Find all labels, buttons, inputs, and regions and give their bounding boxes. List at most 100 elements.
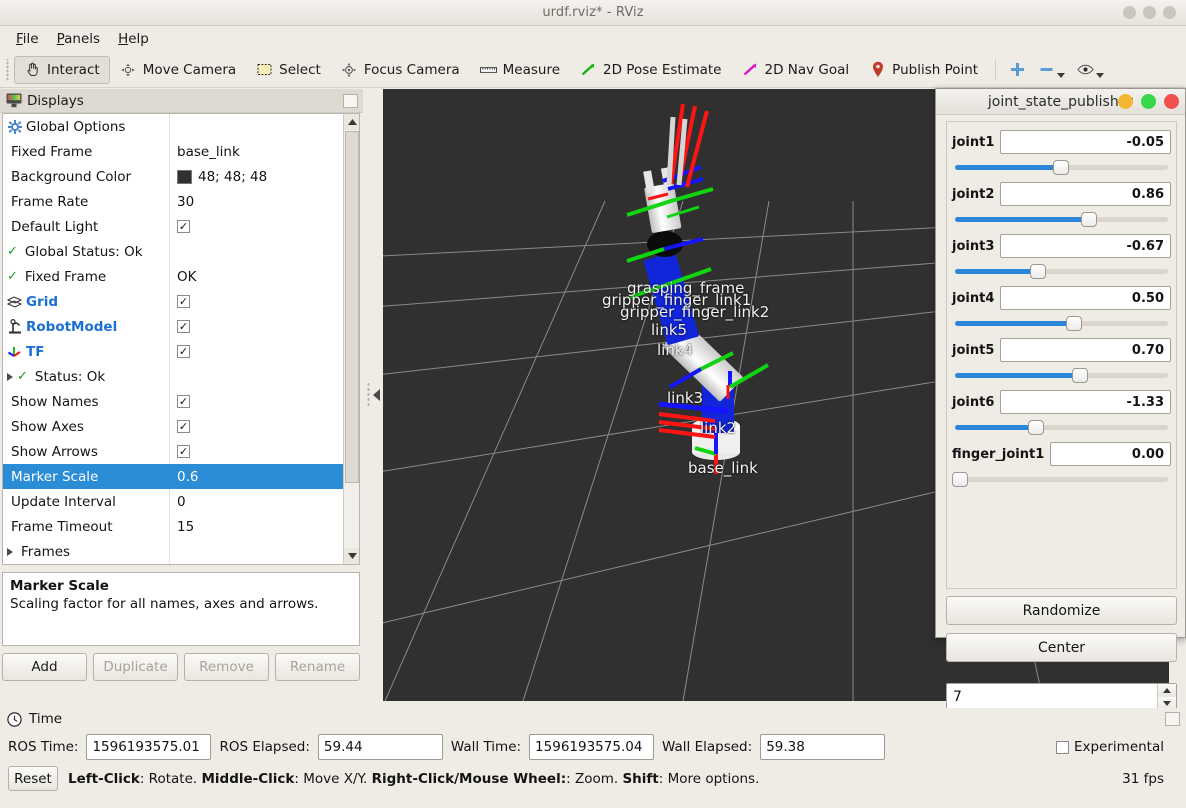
joint-value-field[interactable]: 0.00	[1050, 442, 1171, 466]
menu-help[interactable]: Help	[110, 28, 157, 50]
tree-row-value-cell[interactable]: ✓	[170, 339, 344, 364]
display-tree-row[interactable]: Global Options	[3, 114, 344, 139]
duplicate-display-button[interactable]: Duplicate	[93, 653, 178, 681]
slider-thumb[interactable]	[1072, 368, 1088, 383]
jsp-spinbox[interactable]: 7	[946, 683, 1177, 711]
display-tree-row[interactable]: Show Arrows ✓	[3, 439, 344, 464]
joint-value-field[interactable]: -0.05	[1000, 130, 1171, 154]
joint-value-field[interactable]: 0.50	[1000, 286, 1171, 310]
joint-slider[interactable]	[952, 366, 1171, 384]
tree-row-value-cell[interactable]: ✓	[170, 389, 344, 414]
display-tree-row[interactable]: RobotModel ✓	[3, 314, 344, 339]
displays-tree-body[interactable]: Global Options Fixed Frame base_link Backgr…	[3, 114, 344, 564]
slider-thumb[interactable]	[1030, 264, 1046, 279]
jsp-joint-list[interactable]: joint1 -0.05 joint2 0.86 joint3 -0.67 joint4 0.…	[946, 121, 1177, 589]
slider-track[interactable]	[955, 477, 1168, 482]
tree-row-checkbox[interactable]: ✓	[177, 295, 190, 308]
jsp-maximize-button[interactable]	[1141, 94, 1156, 109]
spinbox-up-button[interactable]	[1158, 684, 1176, 697]
randomize-button[interactable]: Randomize	[946, 596, 1177, 625]
remove-display-button[interactable]: Remove	[184, 653, 269, 681]
tree-row-value-cell[interactable]: ✓	[170, 414, 344, 439]
slider-thumb[interactable]	[952, 472, 968, 487]
scroll-down-button[interactable]	[344, 548, 359, 564]
tool-select[interactable]: Select	[246, 56, 331, 84]
joint-state-publisher-window[interactable]: joint_state_publisher joint1 -0.05 joint2 0…	[935, 88, 1186, 711]
tree-row-value-cell[interactable]	[170, 539, 344, 564]
tree-row-value-cell[interactable]: OK	[170, 264, 344, 289]
jsp-close-button[interactable]	[1164, 94, 1179, 109]
tree-row-checkbox[interactable]: ✓	[177, 445, 190, 458]
wall-elapsed-field[interactable]: 59.38	[760, 734, 886, 760]
tree-row-checkbox[interactable]: ✓	[177, 345, 190, 358]
tree-row-value-cell[interactable]: base_link	[170, 139, 344, 164]
tool-move-camera[interactable]: Move Camera	[110, 56, 246, 84]
display-tree-row[interactable]: Show Axes ✓	[3, 414, 344, 439]
displays-float-button[interactable]	[343, 93, 358, 108]
tree-row-checkbox[interactable]: ✓	[177, 220, 190, 233]
tree-row-value-cell[interactable]: 30	[170, 189, 344, 214]
wall-time-field[interactable]: 1596193575.04	[529, 734, 655, 760]
maximize-button[interactable]	[1143, 6, 1156, 19]
tree-row-value-cell[interactable]: ✓	[170, 314, 344, 339]
slider-thumb[interactable]	[1066, 316, 1082, 331]
display-tree-row[interactable]: Fixed Frame base_link	[3, 139, 344, 164]
tool-focus-camera[interactable]: Focus Camera	[331, 56, 470, 84]
joint-value-field[interactable]: 0.70	[1000, 338, 1171, 362]
display-tree-row[interactable]: ✓ Fixed Frame OK	[3, 264, 344, 289]
tool-add-panel[interactable]	[1003, 61, 1032, 78]
tree-row-value-cell[interactable]: ✓	[170, 289, 344, 314]
time-float-button[interactable]	[1165, 712, 1180, 726]
joint-slider[interactable]	[952, 470, 1171, 488]
joint-slider[interactable]	[952, 210, 1171, 228]
joint-slider[interactable]	[952, 262, 1171, 280]
scrollbar-thumb[interactable]	[345, 131, 359, 483]
ros-time-field[interactable]: 1596193575.01	[86, 734, 212, 760]
display-tree-row[interactable]: Default Light ✓	[3, 214, 344, 239]
tool-publish-point[interactable]: Publish Point	[859, 56, 988, 84]
joint-slider[interactable]	[952, 418, 1171, 436]
tree-row-checkbox[interactable]: ✓	[177, 420, 190, 433]
display-tree-row[interactable]: TF ✓	[3, 339, 344, 364]
slider-thumb[interactable]	[1053, 160, 1069, 175]
display-tree-row[interactable]: ✓ Global Status: Ok	[3, 239, 344, 264]
tree-row-checkbox[interactable]: ✓	[177, 395, 190, 408]
jsp-minimize-button[interactable]	[1118, 94, 1133, 109]
jsp-spinbox-steppers[interactable]	[1157, 684, 1176, 710]
displays-scrollbar[interactable]	[343, 114, 359, 564]
display-tree-row[interactable]: Background Color 48; 48; 48	[3, 164, 344, 189]
chevron-down-icon-2[interactable]	[1096, 73, 1105, 78]
tree-row-value-cell[interactable]	[170, 114, 344, 139]
scroll-up-button[interactable]	[344, 114, 359, 130]
tree-row-value-cell[interactable]: 48; 48; 48	[170, 164, 344, 189]
display-tree-row[interactable]: Frame Timeout 15	[3, 514, 344, 539]
display-tree-row[interactable]: Grid ✓	[3, 289, 344, 314]
tree-row-value-cell[interactable]: 0.6	[170, 464, 344, 489]
displays-tree[interactable]: Global Options Fixed Frame base_link Backgr…	[2, 113, 360, 565]
window-controls[interactable]	[1123, 6, 1176, 19]
menu-panels[interactable]: Panels	[49, 28, 108, 50]
add-display-button[interactable]: Add	[2, 653, 87, 681]
display-tree-row[interactable]: Show Names ✓	[3, 389, 344, 414]
slider-thumb[interactable]	[1081, 212, 1097, 227]
display-tree-row[interactable]: Marker Scale 0.6	[3, 464, 344, 489]
panel-splitter[interactable]	[363, 89, 383, 701]
close-button[interactable]	[1163, 6, 1176, 19]
tree-row-checkbox[interactable]: ✓	[177, 320, 190, 333]
splitter-grip[interactable]	[366, 382, 370, 408]
tree-row-value-cell[interactable]: 15	[170, 514, 344, 539]
color-swatch[interactable]	[177, 169, 192, 184]
joint-value-field[interactable]: 0.86	[1000, 182, 1171, 206]
ros-elapsed-field[interactable]: 59.44	[317, 734, 443, 760]
chevron-down-icon[interactable]	[1057, 73, 1066, 78]
collapse-panel-arrow-icon[interactable]	[372, 389, 380, 401]
display-tree-row[interactable]: ✓ Status: Ok	[3, 364, 344, 389]
tool-interact[interactable]: Interact	[14, 55, 110, 84]
menu-file[interactable]: File	[8, 28, 47, 50]
tree-row-value-cell[interactable]: ✓	[170, 439, 344, 464]
joint-value-field[interactable]: -0.67	[1000, 234, 1171, 258]
experimental-checkbox-group[interactable]: Experimental	[1055, 739, 1178, 755]
tree-row-value-cell[interactable]: ✓	[170, 214, 344, 239]
expand-arrow-icon[interactable]	[7, 372, 13, 381]
joint-slider[interactable]	[952, 314, 1171, 332]
